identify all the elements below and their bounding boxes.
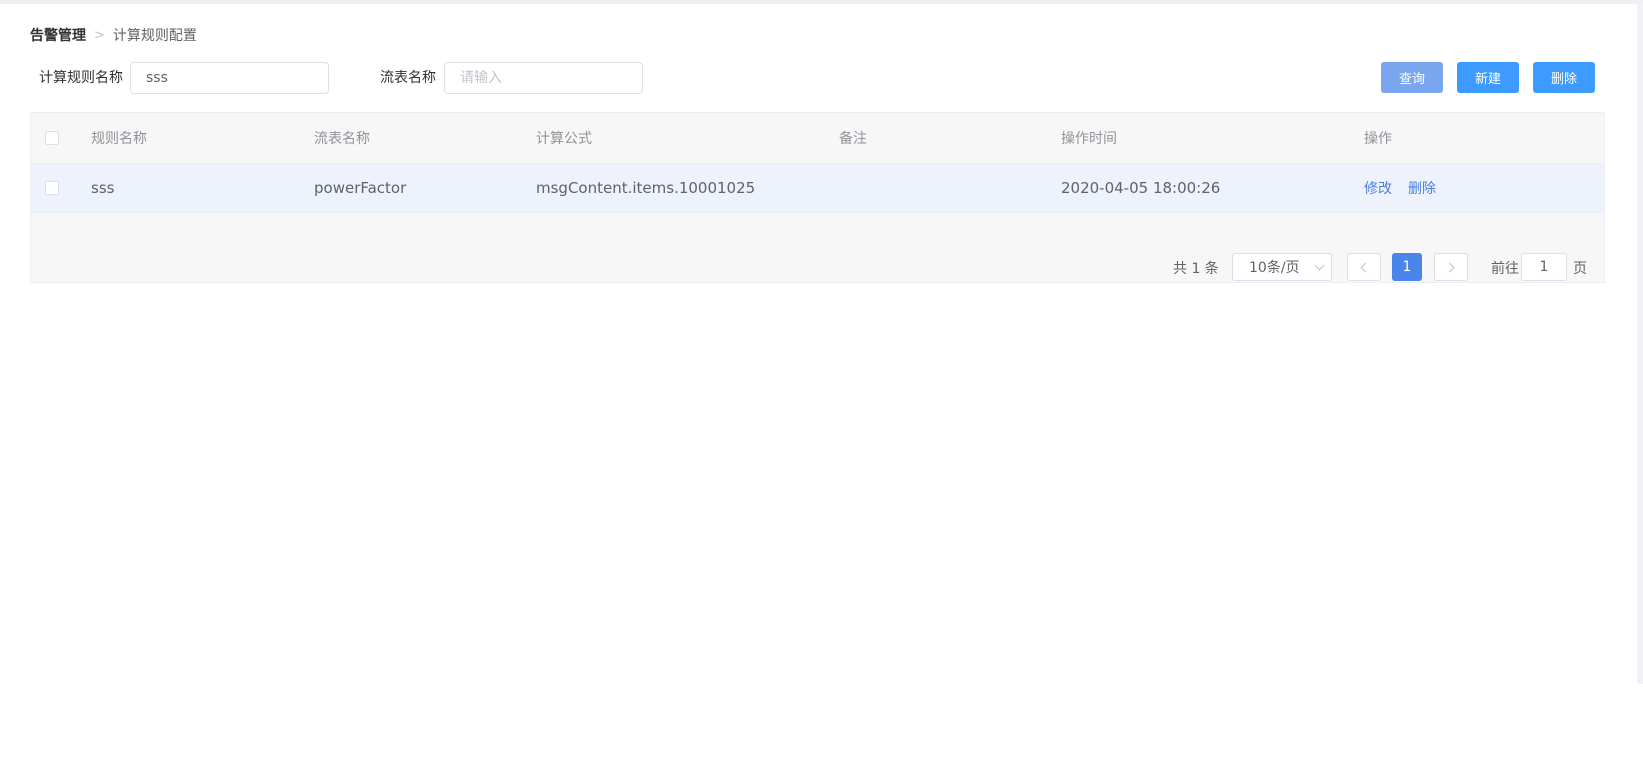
row-checkbox[interactable]: [45, 181, 59, 195]
chevron-right-icon: >: [94, 27, 105, 43]
cell-rule-name: sss: [91, 179, 115, 197]
top-bar: [0, 0, 1643, 4]
scrollbar-track[interactable]: [1637, 4, 1643, 684]
next-page-button[interactable]: [1434, 253, 1468, 281]
cell-op-time: 2020-04-05 18:00:26: [1061, 179, 1221, 197]
stream-name-label: 流表名称: [380, 70, 436, 86]
row-delete-link[interactable]: 删除: [1408, 178, 1436, 198]
page-size-value: 10条/页: [1249, 260, 1300, 276]
goto-label: 前往: [1491, 261, 1519, 277]
page-size-select[interactable]: 10条/页: [1232, 253, 1332, 281]
goto-page-input[interactable]: 1: [1521, 253, 1567, 281]
table-header: 规则名称 流表名称 计算公式 备注 操作时间 操作: [31, 113, 1604, 164]
cell-formula: msgContent.items.10001025: [536, 179, 756, 197]
prev-page-button[interactable]: [1347, 253, 1381, 281]
edit-link[interactable]: 修改: [1364, 178, 1392, 198]
rule-name-label: 计算规则名称: [39, 70, 123, 86]
page-label: 页: [1573, 261, 1587, 277]
breadcrumb-item-calc-rule-config: 计算规则配置: [112, 28, 197, 44]
column-header-rule-name: 规则名称: [91, 131, 147, 147]
chevron-right-icon: [1444, 262, 1455, 272]
column-header-actions: 操作: [1364, 131, 1392, 147]
column-header-stream-name: 流表名称: [314, 131, 370, 147]
page-number-current[interactable]: 1: [1392, 253, 1422, 281]
table-row: sss powerFactor msgContent.items.1000102…: [31, 164, 1604, 213]
new-button[interactable]: 新建: [1457, 62, 1519, 93]
column-header-remark: 备注: [839, 131, 867, 147]
pagination-total: 共 1 条: [1173, 261, 1219, 277]
breadcrumb-item-alarm-management[interactable]: 告警管理: [30, 25, 86, 45]
query-button[interactable]: 查询: [1381, 62, 1443, 93]
delete-button[interactable]: 删除: [1533, 62, 1595, 93]
column-header-formula: 计算公式: [536, 131, 592, 147]
column-header-op-time: 操作时间: [1061, 131, 1117, 147]
breadcrumb: 告警管理 > 计算规则配置: [30, 25, 197, 45]
cell-stream-name: powerFactor: [314, 179, 407, 197]
chevron-left-icon: [1360, 262, 1371, 272]
chevron-down-icon: [1314, 260, 1325, 271]
stream-name-input[interactable]: 请输入: [444, 62, 643, 94]
select-all-checkbox[interactable]: [45, 131, 59, 145]
cell-actions: 修改 删除: [1364, 164, 1452, 212]
rule-name-input[interactable]: sss: [130, 62, 329, 94]
